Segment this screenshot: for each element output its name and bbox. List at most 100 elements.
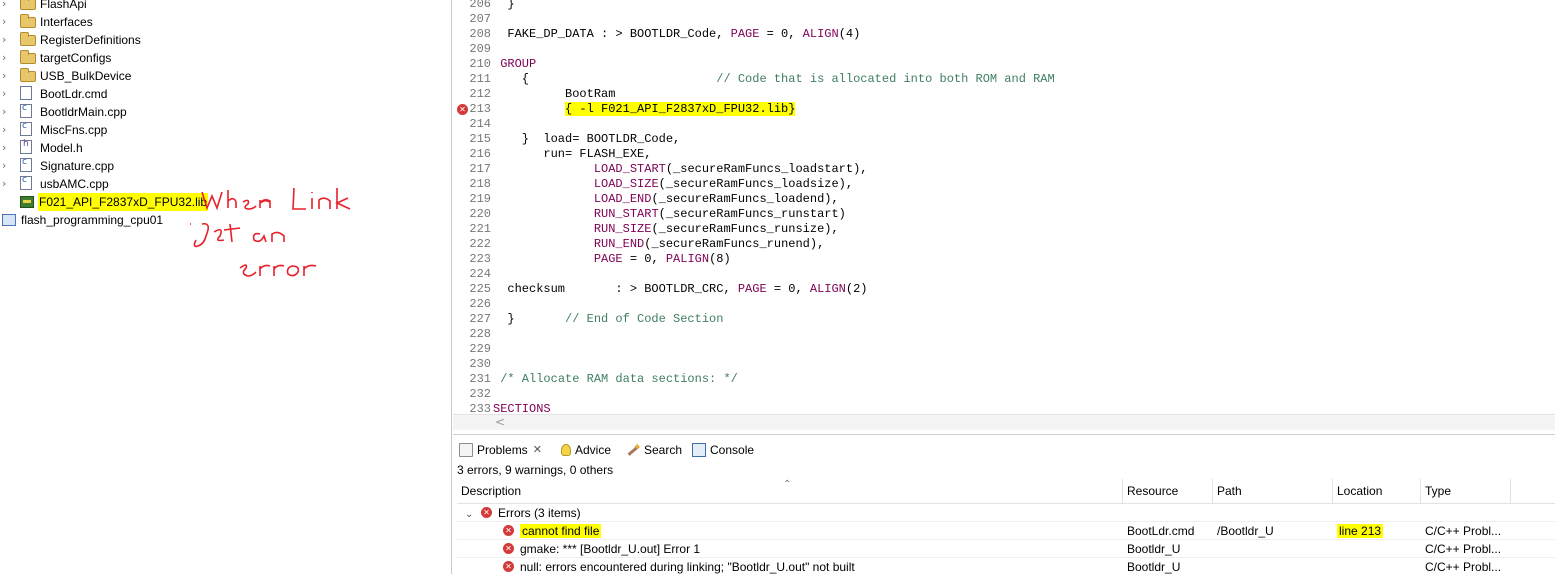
tab-advice[interactable]: Advice xyxy=(561,441,611,459)
chevron-right-icon[interactable]: › xyxy=(2,103,12,121)
chevron-right-icon[interactable]: › xyxy=(2,139,12,157)
tree-item-registerdefinitions[interactable]: › RegisterDefinitions xyxy=(2,31,444,49)
error-group-row[interactable]: ⌄ ✕ Errors (3 items) xyxy=(457,504,1555,522)
scroll-left-arrow-icon[interactable]: < xyxy=(495,415,505,429)
cell-resource: BootLdr.cmd xyxy=(1123,522,1213,540)
code-editor[interactable]: 206 } 207 208 FAKE_DP_DATA : > BOOTLDR_Cod… xyxy=(453,0,1555,432)
chevron-right-icon[interactable]: › xyxy=(2,67,12,85)
code-token: { xyxy=(493,72,717,86)
code-line: 207 xyxy=(453,12,1555,27)
code-keyword: ALIGN xyxy=(802,27,839,41)
tree-item-usb-bulkdevice[interactable]: › USB_BulkDevice xyxy=(2,67,444,85)
error-icon: ✕ xyxy=(503,525,514,537)
code-line: 212 BootRam xyxy=(453,87,1555,102)
tree-item-miscfns-cpp[interactable]: › MiscFns.cpp xyxy=(2,121,444,139)
code-token: = 0, xyxy=(759,27,803,41)
code-line: 230 xyxy=(453,357,1555,372)
table-row[interactable]: ✕ null: errors encountered during linking… xyxy=(457,558,1555,574)
cpp-file-icon xyxy=(20,175,32,190)
code-text: LOAD_SIZE(_secureRamFuncs_loadsize), xyxy=(493,177,853,192)
tree-item-label: targetConfigs xyxy=(40,51,112,65)
tab-label: Advice xyxy=(575,443,612,457)
close-icon[interactable]: ✕ xyxy=(533,441,542,459)
tree-item-bootldrmain-cpp[interactable]: › BootldrMain.cpp xyxy=(2,103,444,121)
line-number: 220 xyxy=(469,207,491,221)
tree-item-targetconfigs[interactable]: › targetConfigs xyxy=(2,49,444,67)
code-line: 211 { // Code that is allocated into bot… xyxy=(453,72,1555,87)
code-line: 215 } load= BOOTLDR_Code, xyxy=(453,132,1555,147)
cell-text: gmake: *** [Bootldr_U.out] Error 1 xyxy=(520,542,701,556)
table-row[interactable]: ✕ gmake: *** [Bootldr_U.out] Error 1 Bootl… xyxy=(457,540,1555,558)
code-comment: // End of Code Section xyxy=(565,312,724,326)
line-number: 219 xyxy=(469,192,491,206)
error-icon: ✕ xyxy=(503,561,514,573)
column-header-resource[interactable]: Resource xyxy=(1123,479,1213,504)
project-explorer: › FlashApi › Interfaces › RegisterDefinitions… xyxy=(0,0,452,574)
code-token: (_secureRamFuncs_runend), xyxy=(644,237,825,251)
chevron-right-icon[interactable]: › xyxy=(2,49,12,67)
code-line: 223 PAGE = 0, PALIGN(8) xyxy=(453,252,1555,267)
line-number: 231 xyxy=(469,372,491,386)
code-token: (2) xyxy=(845,282,868,296)
sort-indicator-icon: ⌃ xyxy=(783,479,792,490)
folder-icon xyxy=(20,32,36,46)
tree-item-label: Interfaces xyxy=(40,15,93,29)
tree-item-interfaces[interactable]: › Interfaces xyxy=(2,13,444,31)
tab-console[interactable]: Console xyxy=(692,441,754,459)
code-token: FAKE_DP_DATA : > BOOTLDR_Code, xyxy=(493,27,731,41)
column-header-path[interactable]: Path xyxy=(1213,479,1333,504)
chevron-right-icon[interactable]: › xyxy=(2,121,12,139)
editor-horizontal-scrollbar[interactable]: < xyxy=(453,414,1555,430)
tab-label: Search xyxy=(644,443,683,457)
chevron-right-icon[interactable]: › xyxy=(2,175,12,193)
chevron-right-icon[interactable]: › xyxy=(2,13,12,31)
code-line: 219 LOAD_END(_secureRamFuncs_loadend), xyxy=(453,192,1555,207)
code-keyword: PAGE xyxy=(737,282,767,296)
line-number: 214 xyxy=(469,117,491,131)
file-icon xyxy=(20,86,32,100)
code-line: 218 LOAD_SIZE(_secureRamFuncs_loadsize), xyxy=(453,177,1555,192)
tab-problems[interactable]: Problems ✕ xyxy=(459,441,542,459)
code-line: 208 FAKE_DP_DATA : > BOOTLDR_Code, PAGE … xyxy=(453,27,1555,42)
tree-item-signature-cpp[interactable]: › Signature.cpp xyxy=(2,157,444,175)
line-number: 218 xyxy=(469,177,491,191)
cpp-file-icon xyxy=(20,121,32,136)
tree-item-model-h[interactable]: › Model.h xyxy=(2,139,444,157)
folder-icon xyxy=(20,50,36,64)
code-line: 206 } xyxy=(453,0,1555,12)
cell-path: /Bootldr_U xyxy=(1213,522,1333,540)
chevron-right-icon[interactable]: › xyxy=(2,31,12,49)
cpp-file-icon xyxy=(20,157,32,172)
chevron-right-icon[interactable]: › xyxy=(2,85,12,103)
tree-item-label: BootldrMain.cpp xyxy=(40,105,127,119)
tree-item-label: RegisterDefinitions xyxy=(40,33,141,47)
tree-item-bootldr-cmd[interactable]: › BootLdr.cmd xyxy=(2,85,444,103)
cell-text: null: errors encountered during linking;… xyxy=(520,560,855,574)
code-text: run= FLASH_EXE, xyxy=(493,147,651,162)
tree-item-flashapi[interactable]: › FlashApi xyxy=(2,0,444,13)
code-token: BootRam xyxy=(493,87,616,101)
cell-resource: Bootldr_U xyxy=(1123,558,1213,574)
line-number: 206 xyxy=(469,0,491,11)
code-text: } // End of Code Section xyxy=(493,312,723,327)
chevron-down-icon[interactable]: ⌄ xyxy=(465,506,477,522)
code-token: } load= BOOTLDR_Code, xyxy=(493,132,681,146)
code-text: RUN_SIZE(_secureRamFuncs_runsize), xyxy=(493,222,839,237)
line-number: 228 xyxy=(469,327,491,341)
chevron-right-icon[interactable]: › xyxy=(2,157,12,175)
code-token: (_secureRamFuncs_runsize), xyxy=(651,222,839,236)
folder-icon xyxy=(20,14,36,28)
project-label: flash_programming_cpu01 xyxy=(21,213,164,227)
library-icon xyxy=(20,196,34,208)
cell-resource: Bootldr_U xyxy=(1123,540,1213,558)
tab-search[interactable]: Search xyxy=(626,439,683,459)
column-header-location[interactable]: Location xyxy=(1333,479,1421,504)
column-header-type[interactable]: Type xyxy=(1421,479,1511,504)
chevron-right-icon[interactable]: › xyxy=(2,0,12,13)
code-keyword: GROUP xyxy=(493,57,537,71)
table-row[interactable]: ✕ cannot find file BootLdr.cmd/Bootldr_U li… xyxy=(457,522,1555,540)
